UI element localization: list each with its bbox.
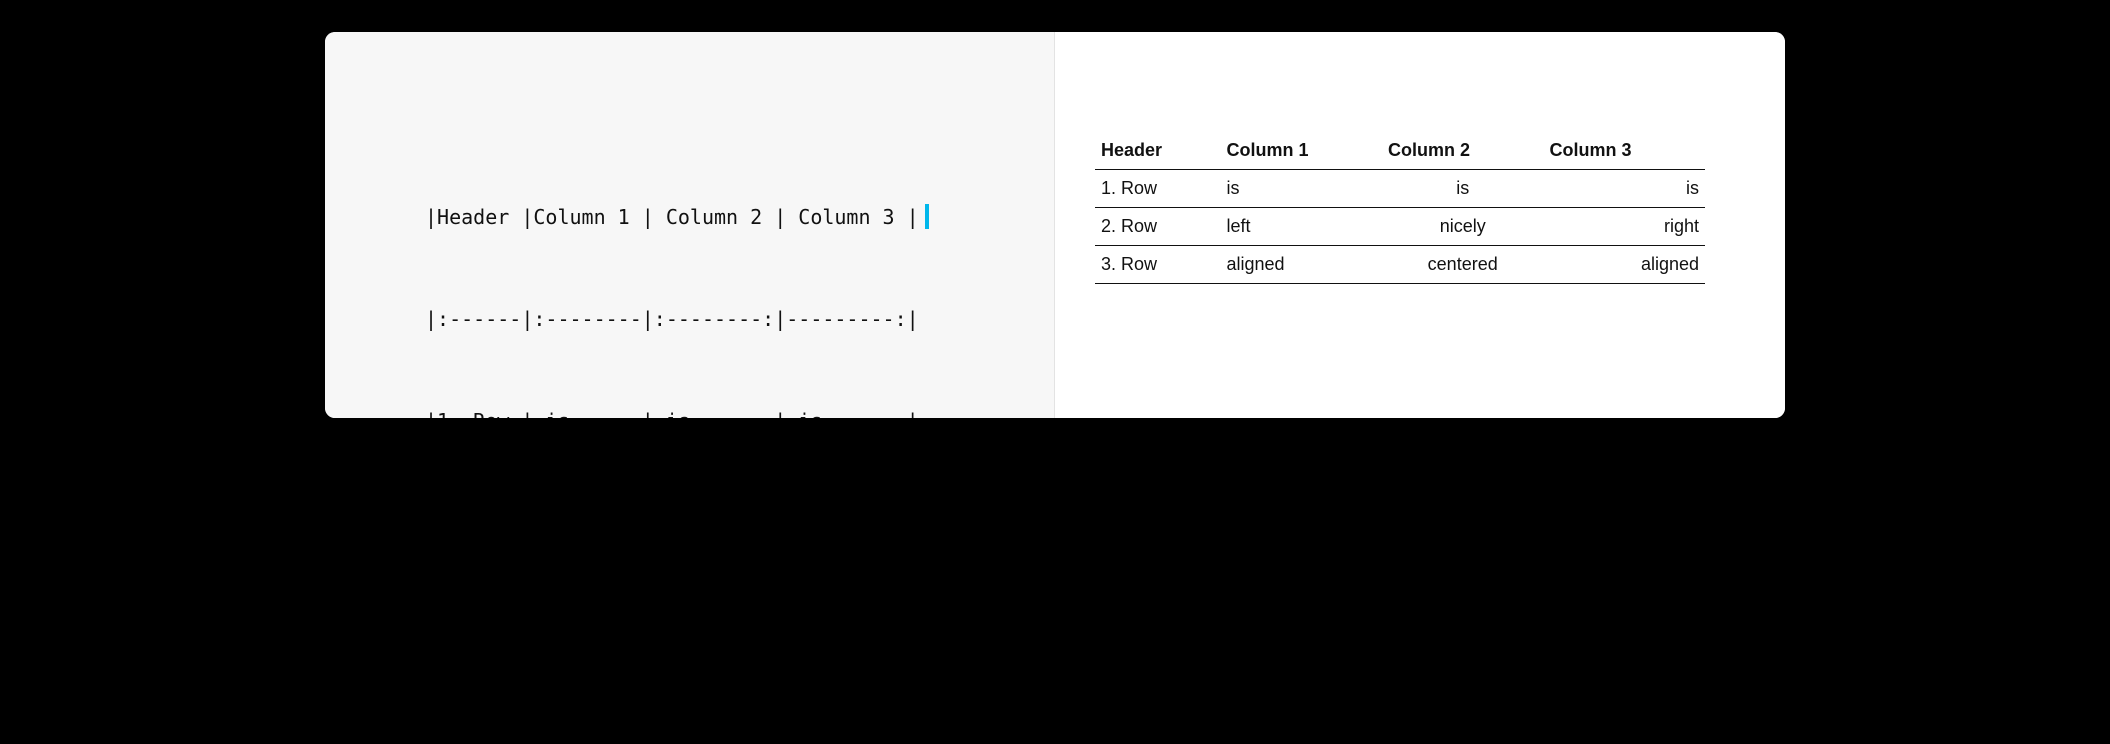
table-header-cell: Column 3 (1543, 132, 1705, 170)
app-window: |Header |Column 1 | Column 2 | Column 3 … (325, 32, 1785, 418)
table-cell: nicely (1382, 208, 1544, 246)
markdown-editor[interactable]: |Header |Column 1 | Column 2 | Column 3 … (425, 132, 994, 418)
table-cell: aligned (1543, 246, 1705, 284)
preview-pane: Header Column 1 Column 2 Column 3 1. Row… (1055, 32, 1785, 418)
table-header-cell: Header (1095, 132, 1220, 170)
table-header-row: Header Column 1 Column 2 Column 3 (1095, 132, 1705, 170)
editor-line[interactable]: |1. Row | is | is | is | (425, 404, 994, 418)
rendered-table: Header Column 1 Column 2 Column 3 1. Row… (1095, 132, 1705, 284)
table-row: 2. Row left nicely right (1095, 208, 1705, 246)
table-header-cell: Column 1 (1220, 132, 1382, 170)
text-cursor (925, 204, 929, 229)
editor-line-text[interactable]: |:------|:--------|:--------:|---------:… (425, 307, 919, 331)
editor-line-text[interactable]: |Header |Column 1 | Column 2 | Column 3 … (425, 205, 919, 229)
editor-line[interactable]: |Header |Column 1 | Column 2 | Column 3 … (425, 200, 994, 234)
table-row: 1. Row is is is (1095, 170, 1705, 208)
table-cell: centered (1382, 246, 1544, 284)
table-cell: is (1220, 170, 1382, 208)
editor-line[interactable]: |:------|:--------|:--------:|---------:… (425, 302, 994, 336)
table-cell: is (1382, 170, 1544, 208)
table-cell: 1. Row (1095, 170, 1220, 208)
table-row: 3. Row aligned centered aligned (1095, 246, 1705, 284)
editor-line-text[interactable]: |1. Row | is | is | is | (425, 409, 919, 418)
table-cell: is (1543, 170, 1705, 208)
table-cell: 2. Row (1095, 208, 1220, 246)
table-header-cell: Column 2 (1382, 132, 1544, 170)
table-cell: aligned (1220, 246, 1382, 284)
table-cell: 3. Row (1095, 246, 1220, 284)
table-cell: left (1220, 208, 1382, 246)
editor-pane[interactable]: |Header |Column 1 | Column 2 | Column 3 … (325, 32, 1055, 418)
table-cell: right (1543, 208, 1705, 246)
